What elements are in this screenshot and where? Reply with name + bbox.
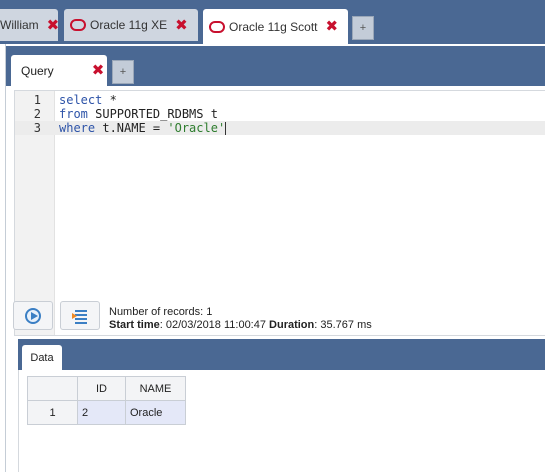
line-number: 2 <box>33 107 41 121</box>
close-icon[interactable]: ✖ <box>175 17 188 33</box>
explain-plan-button[interactable] <box>60 301 100 330</box>
column-header-name[interactable]: NAME <box>125 376 186 401</box>
tab-oracle-11g-scott[interactable]: Oracle 11g Scott ✖ <box>203 9 348 44</box>
tab-label: Oracle 11g XE <box>90 18 168 32</box>
row-index: 1 <box>27 400 78 425</box>
oracle-icon <box>70 19 86 31</box>
oracle-icon <box>209 20 225 33</box>
line-number: 3 <box>33 121 41 135</box>
cell-id[interactable]: 2 <box>77 400 126 425</box>
start-time-label: Start time <box>109 319 160 331</box>
tab-william[interactable]: William ✖ <box>0 9 58 41</box>
line-number: 1 <box>33 93 41 107</box>
results-table: ID NAME 1 2 Oracle <box>27 376 186 425</box>
column-header-id[interactable]: ID <box>77 376 126 401</box>
keyword: where <box>59 121 96 135</box>
tab-oracle-11g-xe[interactable]: Oracle 11g XE ✖ <box>64 9 198 41</box>
sql-editor[interactable]: 1 select * 2 from SUPPORTED_RDBMS t 3 wh… <box>14 90 545 336</box>
table-row[interactable]: 1 2 Oracle <box>27 400 186 425</box>
cell-name[interactable]: Oracle <box>125 400 186 425</box>
tab-query[interactable]: Query ✖ <box>11 55 107 86</box>
query-tab-bar: Query ✖ + <box>6 46 545 86</box>
table-header-row: ID NAME <box>27 376 186 401</box>
keyword: from <box>59 107 88 121</box>
close-icon[interactable]: ✖ <box>92 63 105 78</box>
tab-label: William <box>0 18 39 32</box>
code-line: 2 from SUPPORTED_RDBMS t <box>15 107 545 121</box>
explain-icon <box>72 308 88 324</box>
tab-data[interactable]: Data <box>22 345 62 370</box>
record-count: Number of records: 1 <box>109 306 213 318</box>
close-icon[interactable]: ✖ <box>47 17 58 33</box>
text-caret <box>225 122 227 135</box>
run-query-button[interactable] <box>13 301 53 330</box>
keyword: select <box>59 93 103 107</box>
tab-label: Oracle 11g Scott <box>229 19 318 34</box>
code-text: SUPPORTED_RDBMS t <box>87 107 218 121</box>
duration-value: : 35.767 ms <box>314 319 372 331</box>
results-grid: ID NAME 1 2 Oracle <box>18 370 545 472</box>
tab-label: Query <box>21 63 54 78</box>
add-connection-tab-button[interactable]: + <box>352 16 374 40</box>
query-panel: Query ✖ + 1 select * 2 from SUPPORTED_RD… <box>5 44 545 472</box>
code-text: * <box>102 93 117 107</box>
string-literal: 'Oracle' <box>167 121 226 135</box>
code-line-current: 3 where t.NAME = 'Oracle' <box>15 121 545 135</box>
results-tab-bar: Data <box>18 339 545 370</box>
run-icon <box>25 307 41 324</box>
start-time-value: : 02/03/2018 11:00:47 <box>159 319 270 331</box>
tab-label: Data <box>30 351 54 364</box>
close-icon[interactable]: ✖ <box>326 19 339 34</box>
code-line: 1 select * <box>15 93 545 107</box>
code-text: t.NAME = <box>95 121 168 135</box>
column-header-index <box>27 376 78 401</box>
query-status: Number of records: 1 Start time: 02/03/2… <box>109 306 372 332</box>
duration-label: Duration <box>269 319 315 331</box>
add-query-tab-button[interactable]: + <box>112 60 134 84</box>
